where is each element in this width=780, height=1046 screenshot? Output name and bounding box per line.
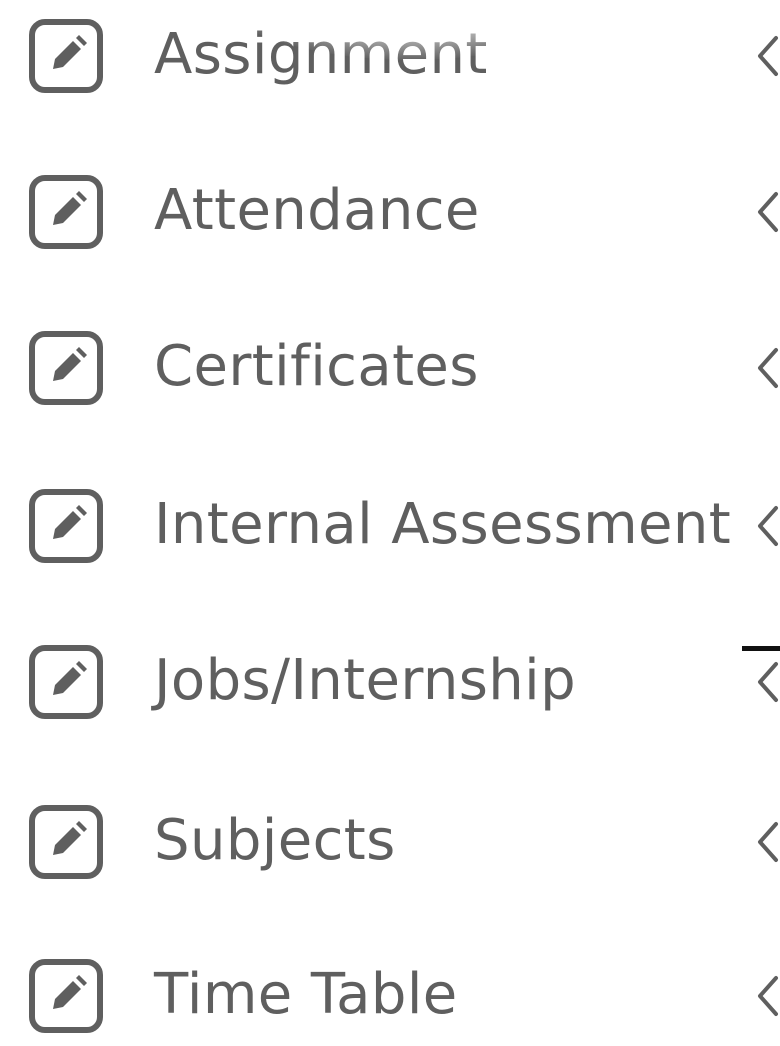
edit-icon	[26, 642, 106, 722]
sidebar-item-assignment[interactable]: Assignment	[0, 6, 780, 106]
sidebar-item-subjects[interactable]: Subjects	[0, 792, 780, 892]
chevron-left-icon	[752, 817, 780, 867]
chevron-left-icon	[752, 657, 780, 707]
sidebar-item-label: Jobs/Internship	[154, 647, 577, 713]
sidebar-item-label: Certificates	[154, 333, 479, 399]
sidebar-item-time-table[interactable]: Time Table	[0, 946, 780, 1046]
sidebar-item-label: Internal Assessment	[154, 491, 732, 557]
sidebar-menu: Assignment Attendance Certificates Inter…	[0, 0, 780, 1033]
sidebar-item-label: Subjects	[154, 807, 396, 873]
edit-icon	[26, 956, 106, 1036]
sidebar-item-jobs-internship[interactable]: Jobs/Internship	[0, 632, 780, 732]
edit-icon	[26, 486, 106, 566]
sidebar-item-internal-assessment[interactable]: Internal Assessment	[0, 476, 780, 576]
sidebar-item-certificates[interactable]: Certificates	[0, 318, 780, 418]
chevron-left-icon	[752, 187, 780, 237]
edit-icon	[26, 802, 106, 882]
sidebar-item-label: Time Table	[154, 961, 458, 1027]
sidebar-item-label: Assignment	[154, 21, 488, 87]
chevron-left-icon	[752, 971, 780, 1021]
chevron-left-icon	[752, 343, 780, 393]
edit-icon	[26, 172, 106, 252]
chevron-left-icon	[752, 501, 780, 551]
edit-icon	[26, 328, 106, 408]
chevron-left-icon	[752, 31, 780, 81]
edit-icon	[26, 16, 106, 96]
sidebar-item-attendance[interactable]: Attendance	[0, 162, 780, 262]
sidebar-item-label: Attendance	[154, 177, 480, 243]
